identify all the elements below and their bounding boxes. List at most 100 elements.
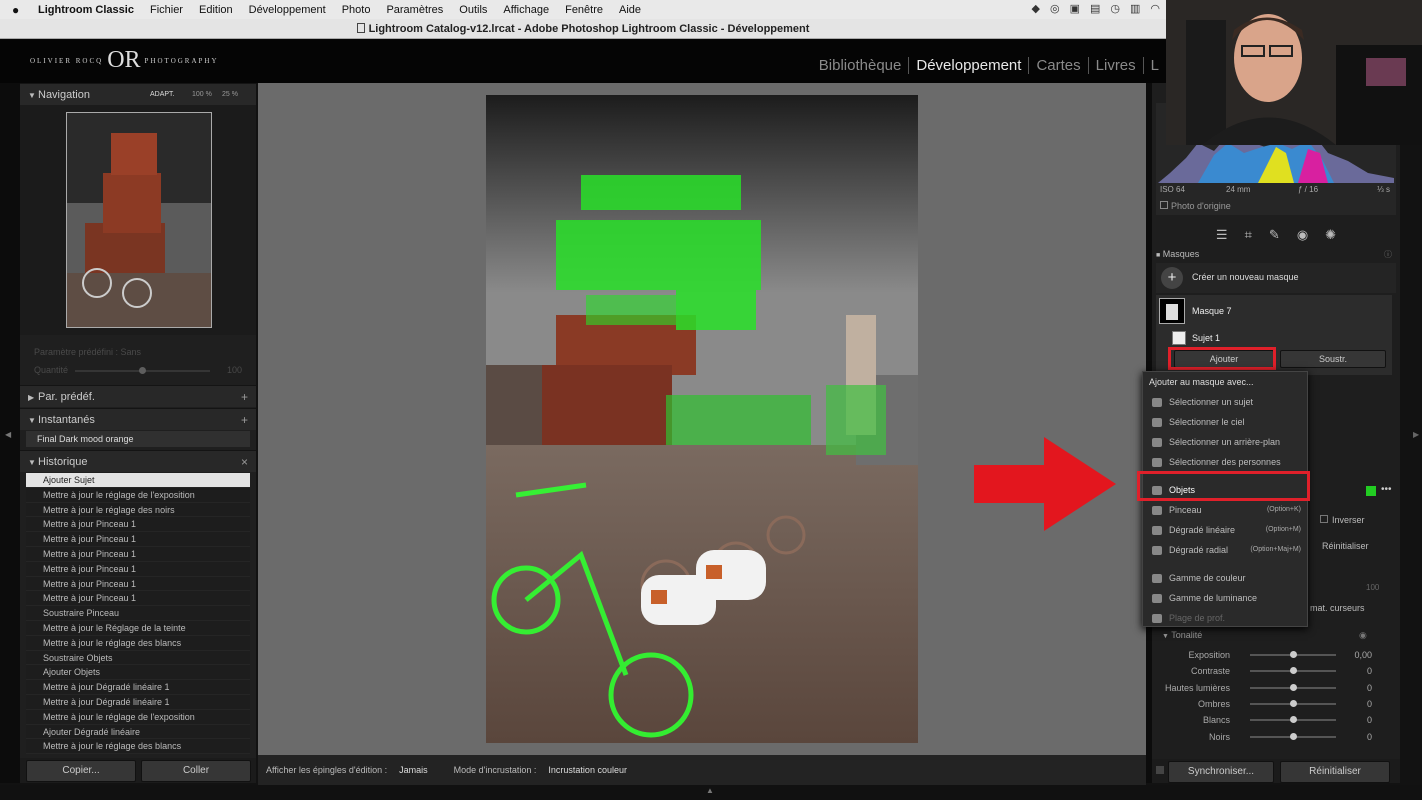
history-item[interactable]: Mettre à jour Dégradé linéaire 1 <box>26 694 250 710</box>
slider-value[interactable]: 0 <box>1352 732 1372 742</box>
copy-button[interactable]: Copier... <box>26 760 136 782</box>
add-preset-icon[interactable]: + <box>241 386 248 408</box>
slider-track[interactable] <box>1250 683 1336 691</box>
dropdown-item[interactable]: Gamme de couleur <box>1143 568 1307 588</box>
history-item[interactable]: Soustraire Pinceau <box>26 606 250 621</box>
history-item[interactable]: Mettre à jour le réglage des blancs <box>26 739 250 755</box>
history-item[interactable]: Ajouter Dégradé linéaire <box>26 724 250 740</box>
mask-thumbnail[interactable] <box>1159 298 1185 324</box>
original-photo[interactable]: Photo d'origine <box>1160 201 1231 211</box>
slider-knob[interactable] <box>1290 667 1297 675</box>
zoom-25[interactable]: 25 % <box>222 84 238 106</box>
mask-color-swatch[interactable] <box>1366 486 1376 496</box>
overlay-select[interactable]: Incrustation couleur <box>548 765 627 775</box>
filmstrip-toggle-icon[interactable]: ▲ <box>706 786 714 795</box>
slider-value[interactable]: 0 <box>1352 715 1372 725</box>
history-item[interactable]: Ajouter Objets <box>26 665 250 681</box>
tone-header[interactable]: ▼ Tonalité <box>1162 630 1202 640</box>
menu-fenetre[interactable]: Fenêtre <box>565 4 603 16</box>
menu-fichier[interactable]: Fichier <box>150 4 183 16</box>
slider-value[interactable]: 0 <box>1352 666 1372 676</box>
dropdown-item[interactable]: Plage de prof. <box>1143 608 1307 628</box>
slider-knob[interactable] <box>1290 683 1297 691</box>
checkbox-icon[interactable] <box>1320 515 1328 523</box>
status-icon[interactable]: ▣ <box>1070 2 1080 15</box>
menu-affichage[interactable]: Affichage <box>503 4 549 16</box>
history-item[interactable]: Mettre à jour le réglage de l'exposition <box>26 709 250 725</box>
add-snapshot-icon[interactable]: + <box>241 409 248 431</box>
amount-knob[interactable] <box>139 367 146 374</box>
auto-reset-label[interactable]: mat. curseurs <box>1310 603 1365 613</box>
collapse-left-icon[interactable]: ◀ <box>5 430 11 439</box>
navigator-thumbnail[interactable] <box>66 112 212 328</box>
help-icon[interactable]: ⓘ <box>1384 249 1392 260</box>
dropdown-item[interactable]: Dégradé linéaire (Option+M) <box>1143 520 1307 540</box>
dropdown-item[interactable]: Sélectionner le ciel <box>1143 412 1307 432</box>
menu-parametres[interactable]: Paramètres <box>386 4 443 16</box>
zoom-fit[interactable]: ADAPT. <box>150 84 175 106</box>
history-item[interactable]: Mettre à jour Pinceau 1 <box>26 561 250 577</box>
slider-knob[interactable] <box>1290 716 1297 724</box>
masks-header[interactable]: ■ Masques ⓘ <box>1156 249 1396 261</box>
checkbox-icon[interactable] <box>1160 201 1168 209</box>
plus-icon[interactable]: + <box>1161 267 1183 289</box>
slider-knob[interactable] <box>1290 732 1297 740</box>
zoom-100[interactable]: 100 % <box>192 84 212 106</box>
menu-edition[interactable]: Edition <box>199 4 233 16</box>
history-item[interactable]: Mettre à jour le réglage des noirs <box>26 502 250 518</box>
presets-header[interactable]: ▶ Par. prédéf. + <box>20 385 256 407</box>
history-item[interactable]: Mettre à jour Pinceau 1 <box>26 576 250 592</box>
amount-slider[interactable] <box>75 367 210 374</box>
invert-option[interactable]: Inverser <box>1320 515 1365 525</box>
slider-track[interactable] <box>1250 667 1336 675</box>
submask-name[interactable]: Sujet 1 <box>1192 333 1220 343</box>
slider-value[interactable]: 0,00 <box>1352 650 1372 660</box>
pins-select[interactable]: Jamais <box>399 765 428 775</box>
snapshot-item[interactable]: Final Dark mood orange <box>26 431 250 447</box>
paste-button[interactable]: Coller <box>141 760 251 782</box>
navigator-header[interactable]: ▼ Navigation ADAPT. 100 % 25 % <box>20 83 256 105</box>
eye-icon[interactable]: ◉ <box>1359 630 1367 641</box>
history-item[interactable]: Mettre à jour Pinceau 1 <box>26 591 250 607</box>
history-item[interactable]: Mettre à jour le réglage de l'exposition <box>26 487 250 503</box>
history-item[interactable]: Mettre à jour Pinceau 1 <box>26 546 250 562</box>
dropdown-item[interactable]: Sélectionner un sujet <box>1143 392 1307 412</box>
module-bibliotheque[interactable]: Bibliothèque <box>812 57 909 74</box>
sync-button[interactable]: Synchroniser... <box>1168 761 1274 783</box>
module-livres[interactable]: Livres <box>1087 57 1143 74</box>
module-more[interactable]: L <box>1142 57 1166 74</box>
history-item[interactable]: Soustraire Objets <box>26 650 250 666</box>
history-item[interactable]: Mettre à jour le Réglage de la teinte <box>26 620 250 636</box>
redeye-icon[interactable]: ◉ <box>1297 223 1308 247</box>
heal-icon[interactable]: ✎ <box>1269 223 1280 247</box>
more-icon[interactable]: ••• <box>1381 484 1392 495</box>
slider-track[interactable] <box>1250 732 1336 740</box>
menu-app[interactable]: Lightroom Classic <box>38 4 134 16</box>
status-icon[interactable]: ▤ <box>1090 2 1100 15</box>
module-developpement[interactable]: Développement <box>908 57 1028 74</box>
status-icon[interactable]: ◆ <box>1031 2 1039 15</box>
status-icon[interactable]: ◷ <box>1110 2 1120 15</box>
wifi-icon[interactable]: ◠ <box>1150 2 1160 15</box>
status-icon[interactable]: ◎ <box>1050 2 1060 15</box>
slider-value[interactable]: 0 <box>1352 683 1372 693</box>
menu-photo[interactable]: Photo <box>342 4 371 16</box>
mask-icon[interactable]: ✺ <box>1325 223 1336 247</box>
slider-track[interactable] <box>1250 716 1336 724</box>
history-header[interactable]: ▼ Historique × <box>20 450 256 472</box>
clear-history-icon[interactable]: × <box>241 451 248 473</box>
dropdown-item[interactable]: Gamme de luminance <box>1143 588 1307 608</box>
history-item[interactable]: Mettre à jour Pinceau 1 <box>26 517 250 533</box>
dropdown-item[interactable]: Sélectionner des personnes <box>1143 452 1307 472</box>
menu-aide[interactable]: Aide <box>619 4 641 16</box>
crop-icon[interactable]: ⌗ <box>1245 223 1252 247</box>
create-mask-row[interactable]: + Créer un nouveau masque <box>1156 263 1396 293</box>
sliders-icon[interactable]: ☰ <box>1216 223 1228 247</box>
sync-toggle-icon[interactable] <box>1156 766 1164 774</box>
slider-track[interactable] <box>1250 651 1336 659</box>
reset-mask-button[interactable]: Réinitialiser <box>1322 541 1369 551</box>
status-icon[interactable]: ▥ <box>1130 2 1140 15</box>
subtract-button[interactable]: Soustr. <box>1280 350 1386 368</box>
collapse-right-icon[interactable]: ▶ <box>1413 430 1419 439</box>
mask-name[interactable]: Masque 7 <box>1192 306 1232 316</box>
